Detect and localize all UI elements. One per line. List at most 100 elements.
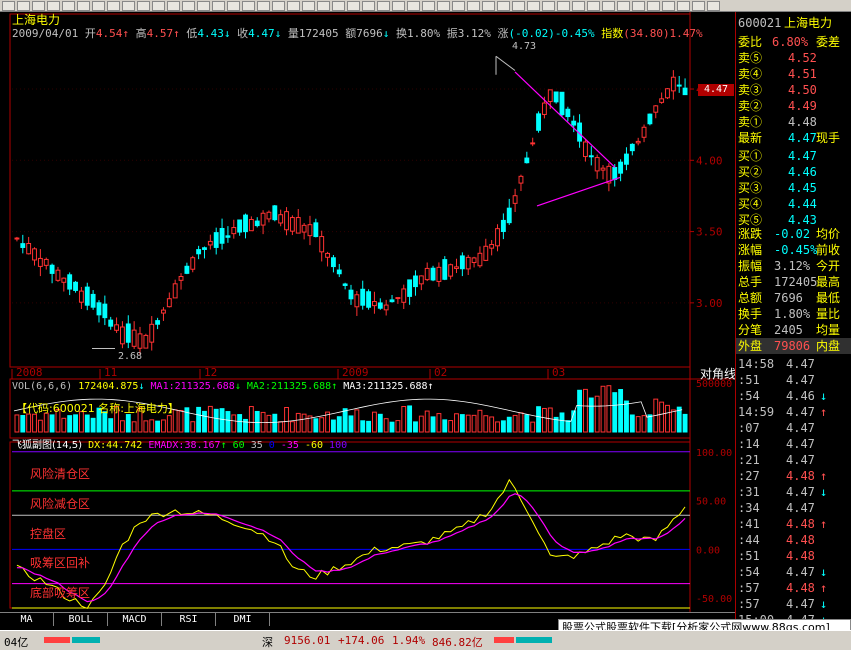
volume-bar (49, 414, 55, 433)
buy-price: 4.44 (788, 197, 817, 211)
sell-row: 卖④ 4.51 (736, 66, 851, 82)
toolbar-button[interactable] (332, 0, 345, 11)
toolbar-button[interactable] (392, 0, 405, 11)
candle-body (418, 275, 424, 285)
toolbar-button[interactable] (152, 0, 165, 11)
toolbar-button[interactable] (422, 0, 435, 11)
chart-area[interactable]: 4.504.003.503.00200811122009020350000010… (0, 12, 735, 612)
candle-body (541, 102, 547, 115)
toolbar-button[interactable] (227, 0, 240, 11)
tick-time: :54 (738, 565, 760, 579)
stock-name: 上海电力 (12, 13, 61, 27)
toolbar-button[interactable] (47, 0, 60, 11)
toolbar-button[interactable] (662, 0, 675, 11)
toolbar-button[interactable] (92, 0, 105, 11)
candle-body (366, 291, 372, 308)
sell-row: 卖③ 4.50 (736, 82, 851, 98)
volume-bar (588, 397, 594, 433)
candle-body (20, 243, 26, 248)
toolbar-button[interactable] (572, 0, 585, 11)
toolbar-button[interactable] (632, 0, 645, 11)
tab-boll[interactable]: BOLL (54, 613, 108, 626)
volume-bar (184, 407, 190, 433)
toolbar-button[interactable] (557, 0, 570, 11)
toolbar-button[interactable] (77, 0, 90, 11)
candle-body (207, 240, 213, 246)
toolbar-button[interactable] (302, 0, 315, 11)
toolbar-button[interactable] (107, 0, 120, 11)
toolbar-button[interactable] (512, 0, 525, 11)
volume-bar (594, 395, 600, 433)
candle-body (243, 214, 248, 233)
candle-body (330, 257, 336, 268)
toolbar-button[interactable] (62, 0, 75, 11)
candle-body (295, 217, 301, 234)
candle-body (254, 220, 260, 227)
sell-label: 卖③ (738, 83, 763, 97)
annotation-low: 2.68 (118, 351, 143, 362)
stat-value: 3.12% (774, 259, 811, 273)
toolbar-button[interactable] (347, 0, 360, 11)
tick-row: 14:59 4.47 ↑ (736, 404, 851, 420)
toolbar-button[interactable] (707, 0, 720, 11)
tick-price: 4.47 (786, 421, 815, 435)
toolbar-button[interactable] (137, 0, 150, 11)
toolbar-button[interactable] (272, 0, 285, 11)
toolbar-button[interactable] (362, 0, 375, 11)
toolbar-button[interactable] (197, 0, 210, 11)
candle-body (489, 244, 495, 249)
tab-rsi[interactable]: RSI (162, 613, 216, 626)
toolbar-button[interactable] (257, 0, 270, 11)
toolbar-button[interactable] (122, 0, 135, 11)
toolbar-button[interactable] (212, 0, 225, 11)
toolbar-button[interactable] (182, 0, 195, 11)
toolbar-button[interactable] (32, 0, 45, 11)
volume-bar (407, 405, 413, 433)
tab-ma[interactable]: MA (0, 613, 54, 626)
toolbar-button[interactable] (287, 0, 300, 11)
toolbar-button[interactable] (2, 0, 15, 11)
toolbar-button[interactable] (677, 0, 690, 11)
volume-bar (90, 417, 96, 433)
toolbar-button[interactable] (482, 0, 495, 11)
change-label: 涨 (497, 27, 509, 40)
toolbar-button[interactable] (467, 0, 480, 11)
toolbar-button[interactable] (167, 0, 180, 11)
toolbar-button[interactable] (617, 0, 630, 11)
volume-bar (495, 421, 500, 433)
toolbar-button[interactable] (377, 0, 390, 11)
candle-body (459, 255, 465, 270)
volume-legend: VOL(6,6,6) 172404.875↓ MA1:211325.688↓ M… (12, 381, 434, 392)
stat-row: 换手 1.80% 量比 (736, 306, 851, 322)
toolbar-button[interactable] (527, 0, 540, 11)
candle-body (78, 290, 84, 303)
candle-body (260, 212, 266, 226)
toolbar-button[interactable] (542, 0, 555, 11)
tab-macd[interactable]: MACD (108, 613, 162, 626)
tab-dmi[interactable]: DMI (216, 613, 270, 626)
toolbar-button[interactable] (647, 0, 660, 11)
toolbar-button[interactable] (602, 0, 615, 11)
open-label: 开 (84, 27, 96, 40)
toolbar-button[interactable] (407, 0, 420, 11)
candle-body (102, 303, 108, 319)
diagonal-label[interactable]: 对角线 (700, 368, 736, 380)
toolbar-button[interactable] (692, 0, 705, 11)
toolbar-button[interactable] (452, 0, 465, 11)
toolbar-button[interactable] (437, 0, 450, 11)
sell-label: 卖⑤ (738, 51, 763, 65)
toolbar-button[interactable] (497, 0, 510, 11)
candle-body (32, 248, 37, 261)
volume-value: 172405 (298, 27, 339, 40)
volume-bar (629, 414, 635, 433)
indicator-y-tick: 100.00 (696, 448, 732, 459)
ratio-label: 委比 (738, 35, 763, 49)
volume-bar (37, 419, 43, 433)
toolbar-button[interactable] (317, 0, 330, 11)
toolbar-button[interactable] (587, 0, 600, 11)
x-tick-label: 11 (104, 366, 117, 379)
toolbar-button[interactable] (17, 0, 30, 11)
stat-label: 涨跌 (738, 227, 763, 241)
volume-bar (500, 420, 506, 433)
toolbar-button[interactable] (242, 0, 255, 11)
